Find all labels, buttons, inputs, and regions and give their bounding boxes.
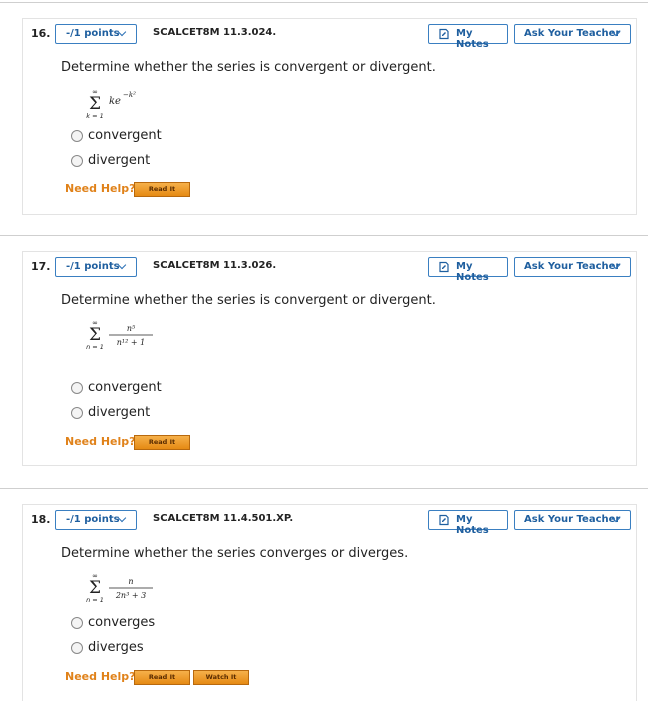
my-notes-label: My Notes bbox=[456, 514, 489, 536]
option-label: diverges bbox=[88, 640, 144, 655]
fraction-numerator: n⁵ bbox=[127, 324, 136, 333]
sum-lower-limit: k = 1 bbox=[86, 112, 103, 120]
option-label: convergent bbox=[88, 128, 162, 143]
question-header: 16. -/1 points SCALCET8M 11.3.024. My No… bbox=[23, 19, 636, 50]
option-label: divergent bbox=[88, 405, 151, 420]
ask-teacher-dropdown[interactable]: Ask Your Teacher bbox=[514, 510, 631, 530]
sigma-symbol: Σ bbox=[89, 325, 101, 345]
notes-icon bbox=[439, 28, 449, 40]
my-notes-button[interactable]: My Notes bbox=[428, 24, 508, 50]
option-label: convergent bbox=[88, 380, 162, 395]
top-divider bbox=[0, 2, 648, 3]
series-expression: ∞ Σ n = 1 n 2n³ + 3 bbox=[86, 572, 153, 604]
points-label: -/1 points bbox=[66, 261, 120, 272]
points-dropdown[interactable]: -/1 points bbox=[55, 510, 137, 530]
question-code: SCALCET8M 11.4.501.XP. bbox=[153, 513, 294, 524]
series-term: ke bbox=[109, 96, 121, 107]
question-17: 17. -/1 points SCALCET8M 11.3.026. My No… bbox=[22, 251, 637, 466]
question-divider bbox=[0, 488, 648, 489]
my-notes-button[interactable]: My Notes bbox=[428, 257, 508, 283]
ask-teacher-label: Ask Your Teacher bbox=[524, 514, 621, 525]
need-help-label: Need Help? bbox=[65, 670, 136, 683]
question-number: 18. bbox=[31, 513, 51, 526]
sigma-symbol: Σ bbox=[89, 94, 101, 114]
series-exponent: −k² bbox=[123, 91, 136, 99]
read-it-button[interactable]: Read It bbox=[134, 670, 190, 685]
option-label: divergent bbox=[88, 153, 151, 168]
points-dropdown[interactable]: -/1 points bbox=[55, 257, 137, 277]
radio-button[interactable] bbox=[71, 155, 83, 167]
question-header: 17. -/1 points SCALCET8M 11.3.026. My No… bbox=[23, 252, 636, 283]
points-label: -/1 points bbox=[66, 514, 120, 525]
sum-lower-limit: n = 1 bbox=[86, 596, 104, 604]
ask-teacher-dropdown[interactable]: Ask Your Teacher bbox=[514, 24, 631, 44]
notes-icon bbox=[439, 261, 449, 273]
sum-lower-limit: n = 1 bbox=[86, 343, 104, 351]
series-expression: ∞ Σ k = 1 ke −k² bbox=[86, 88, 136, 120]
question-prompt: Determine whether the series is converge… bbox=[61, 60, 436, 75]
sigma-symbol: Σ bbox=[89, 578, 101, 598]
series-expression: ∞ Σ n = 1 n⁵ n¹² + 1 bbox=[86, 319, 153, 351]
question-prompt: Determine whether the series is converge… bbox=[61, 293, 436, 308]
fraction-denominator: 2n³ + 3 bbox=[115, 591, 146, 600]
option-label: converges bbox=[88, 615, 156, 630]
radio-button[interactable] bbox=[71, 407, 83, 419]
question-16: 16. -/1 points SCALCET8M 11.3.024. My No… bbox=[22, 18, 637, 215]
read-it-button[interactable]: Read It bbox=[134, 435, 190, 450]
question-prompt: Determine whether the series converges o… bbox=[61, 546, 409, 561]
points-label: -/1 points bbox=[66, 28, 120, 39]
need-help-label: Need Help? bbox=[65, 435, 136, 448]
watch-it-button[interactable]: Watch It bbox=[193, 670, 249, 685]
radio-button[interactable] bbox=[71, 382, 83, 394]
need-help-label: Need Help? bbox=[65, 182, 136, 195]
my-notes-button[interactable]: My Notes bbox=[428, 510, 508, 536]
notes-icon bbox=[439, 514, 449, 526]
points-dropdown[interactable]: -/1 points bbox=[55, 24, 137, 44]
question-header: 18. -/1 points SCALCET8M 11.4.501.XP. My… bbox=[23, 505, 636, 536]
radio-button[interactable] bbox=[71, 642, 83, 654]
question-divider bbox=[0, 235, 648, 236]
my-notes-label: My Notes bbox=[456, 28, 489, 50]
ask-teacher-label: Ask Your Teacher bbox=[524, 28, 621, 39]
read-it-button[interactable]: Read It bbox=[134, 182, 190, 197]
question-number: 16. bbox=[31, 27, 51, 40]
question-code: SCALCET8M 11.3.024. bbox=[153, 27, 277, 38]
my-notes-label: My Notes bbox=[456, 261, 489, 283]
fraction-numerator: n bbox=[128, 577, 133, 586]
radio-button[interactable] bbox=[71, 617, 83, 629]
question-number: 17. bbox=[31, 260, 51, 273]
question-18: 18. -/1 points SCALCET8M 11.4.501.XP. My… bbox=[22, 504, 637, 701]
radio-button[interactable] bbox=[71, 130, 83, 142]
question-code: SCALCET8M 11.3.026. bbox=[153, 260, 277, 271]
ask-teacher-label: Ask Your Teacher bbox=[524, 261, 621, 272]
ask-teacher-dropdown[interactable]: Ask Your Teacher bbox=[514, 257, 631, 277]
fraction-denominator: n¹² + 1 bbox=[117, 338, 145, 347]
